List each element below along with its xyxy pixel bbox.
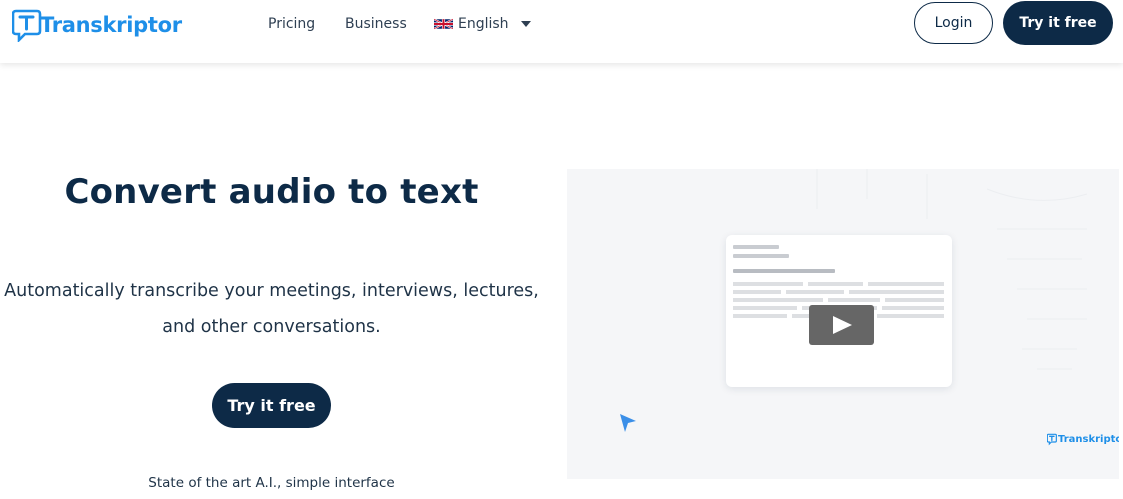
demo-video-player[interactable]: Transkriptor <box>567 169 1119 479</box>
play-icon <box>832 316 852 334</box>
hero-tagline: State of the art A.I., simple interface <box>148 475 395 491</box>
nav-business-link[interactable]: Business <box>345 16 407 32</box>
header-try-free-button[interactable]: Try it free <box>1003 1 1113 45</box>
transkriptor-logo-icon <box>1047 433 1057 446</box>
hero-title: Convert audio to text <box>64 172 479 212</box>
preview-logo-text: Transkriptor <box>1058 433 1119 445</box>
transkriptor-logo-icon <box>12 9 42 42</box>
hero-subtitle: Automatically transcribe your meetings, … <box>0 273 543 345</box>
language-selector[interactable]: English <box>434 16 531 32</box>
nav-pricing-link[interactable]: Pricing <box>268 16 315 32</box>
uk-flag-icon <box>434 18 453 30</box>
pointer-cursor-icon <box>620 414 636 432</box>
top-navigation-bar: Transkriptor Pricing Business English Lo… <box>0 0 1123 63</box>
hero-subtitle-line-1: Automatically transcribe your meetings, … <box>4 281 539 301</box>
brand-logo[interactable]: Transkriptor <box>12 8 182 42</box>
page: Transkriptor Pricing Business English Lo… <box>0 0 1123 499</box>
preview-logo: Transkriptor <box>1047 431 1119 447</box>
chevron-down-icon <box>520 21 531 27</box>
language-label: English <box>458 16 509 32</box>
video-play-button[interactable] <box>809 305 874 345</box>
hero-try-free-button[interactable]: Try it free <box>212 383 331 428</box>
login-button[interactable]: Login <box>914 2 993 44</box>
brand-name: Transkriptor <box>40 13 182 37</box>
hero-subtitle-line-2: and other conversations. <box>162 317 381 337</box>
